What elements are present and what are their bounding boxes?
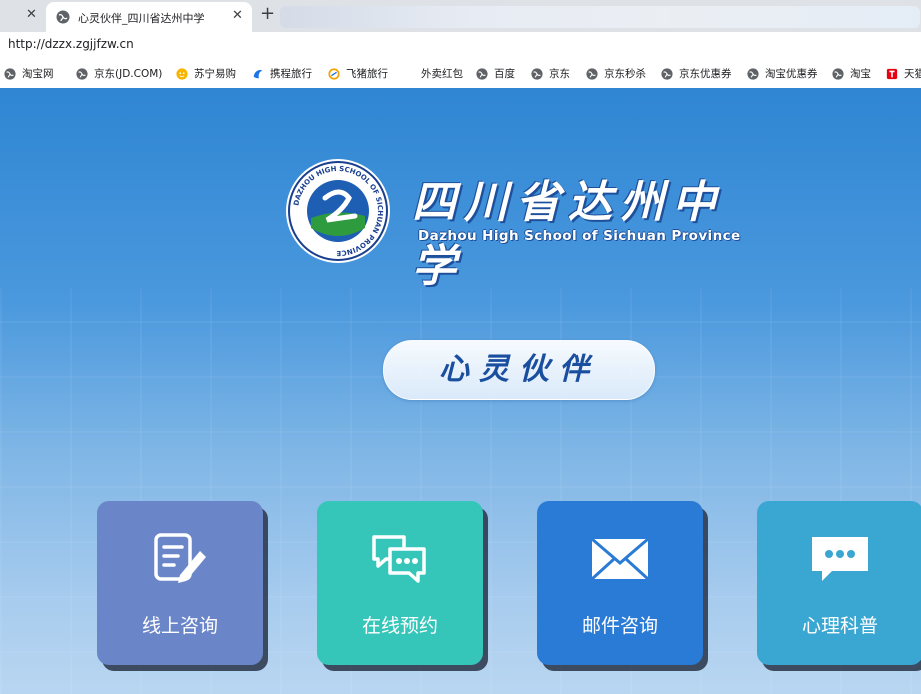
fliggy-icon [328, 67, 340, 80]
email-consult-button[interactable]: 邮件咨询 [537, 501, 703, 665]
bookmark-baidu[interactable]: 百度 [476, 66, 515, 81]
globe-icon [661, 67, 673, 80]
speech-bubble-icon [810, 531, 870, 587]
school-logo: DAZHOU HIGH SCHOOL OF SICHUAN PROVINCE [285, 158, 391, 264]
bookmark-fliggy[interactable]: 飞猪旅行 [328, 66, 388, 81]
envelope-icon [590, 531, 650, 587]
globe-icon [531, 67, 543, 80]
slogan-banner: 心灵伙伴 [383, 340, 655, 400]
globe-icon [56, 9, 70, 28]
bookmark-waimai[interactable]: 外卖红包 [421, 66, 463, 81]
card-label: 线上咨询 [141, 615, 218, 637]
tab-bar: ✕ 心灵伙伴_四川省达州中学 ✕ + [0, 0, 921, 32]
globe-icon [747, 67, 759, 80]
bookmark-jd-com[interactable]: 京东(JD.COM) [76, 66, 162, 81]
school-name-en: Dazhou High School of Sichuan Province [418, 228, 741, 244]
online-consult-button[interactable]: 线上咨询 [97, 501, 263, 665]
page-content: DAZHOU HIGH SCHOOL OF SICHUAN PROVINCE 四… [0, 88, 921, 694]
bookmark-jd[interactable]: 京东 [531, 66, 570, 81]
tmall-icon [886, 68, 898, 80]
bookmark-taobao-coupon[interactable]: 淘宝优惠券 [747, 66, 818, 81]
address-bar[interactable]: http://dzzx.zgjjfzw.cn [0, 32, 921, 58]
close-icon[interactable]: ✕ [232, 8, 243, 23]
card-label: 邮件咨询 [581, 615, 658, 637]
bookmark-taobao[interactable]: 淘宝网 [4, 66, 54, 81]
globe-icon [4, 67, 16, 80]
globe-icon [76, 67, 88, 80]
card-label: 心理科普 [801, 615, 878, 637]
tab-title: 心灵伙伴_四川省达州中学 [78, 12, 205, 25]
suning-icon [176, 67, 188, 80]
globe-icon [476, 67, 488, 80]
edit-form-icon [150, 531, 210, 587]
online-booking-button[interactable]: 在线预约 [317, 501, 483, 665]
blurred-tab-area [280, 6, 920, 28]
bookmark-jd-miaosha[interactable]: 京东秒杀 [586, 66, 646, 81]
bookmark-suning[interactable]: 苏宁易购 [176, 66, 236, 81]
globe-icon [832, 67, 844, 80]
ctrip-icon [252, 68, 264, 80]
new-tab-icon[interactable]: + [260, 3, 275, 24]
bookmark-ctrip[interactable]: 携程旅行 [252, 66, 312, 81]
chat-bubbles-icon [370, 531, 430, 587]
close-icon[interactable]: ✕ [26, 7, 37, 22]
globe-icon [586, 67, 598, 80]
psychology-science-button[interactable]: 心理科普 [757, 501, 921, 665]
card-label: 在线预约 [361, 615, 438, 637]
bookmark-tmall[interactable]: 天猫 [886, 66, 921, 81]
bookmark-jd-coupon[interactable]: 京东优惠券 [661, 66, 732, 81]
bookmark-taobao-2[interactable]: 淘宝 [832, 66, 871, 81]
bookmarks-bar: 淘宝网 京东(JD.COM) 苏宁易购 携程旅行 飞猪旅行 外卖红包 百度 京东… [0, 58, 921, 89]
active-tab[interactable]: 心灵伙伴_四川省达州中学 ✕ [46, 2, 252, 32]
url-text[interactable]: http://dzzx.zgjjfzw.cn [8, 37, 134, 51]
